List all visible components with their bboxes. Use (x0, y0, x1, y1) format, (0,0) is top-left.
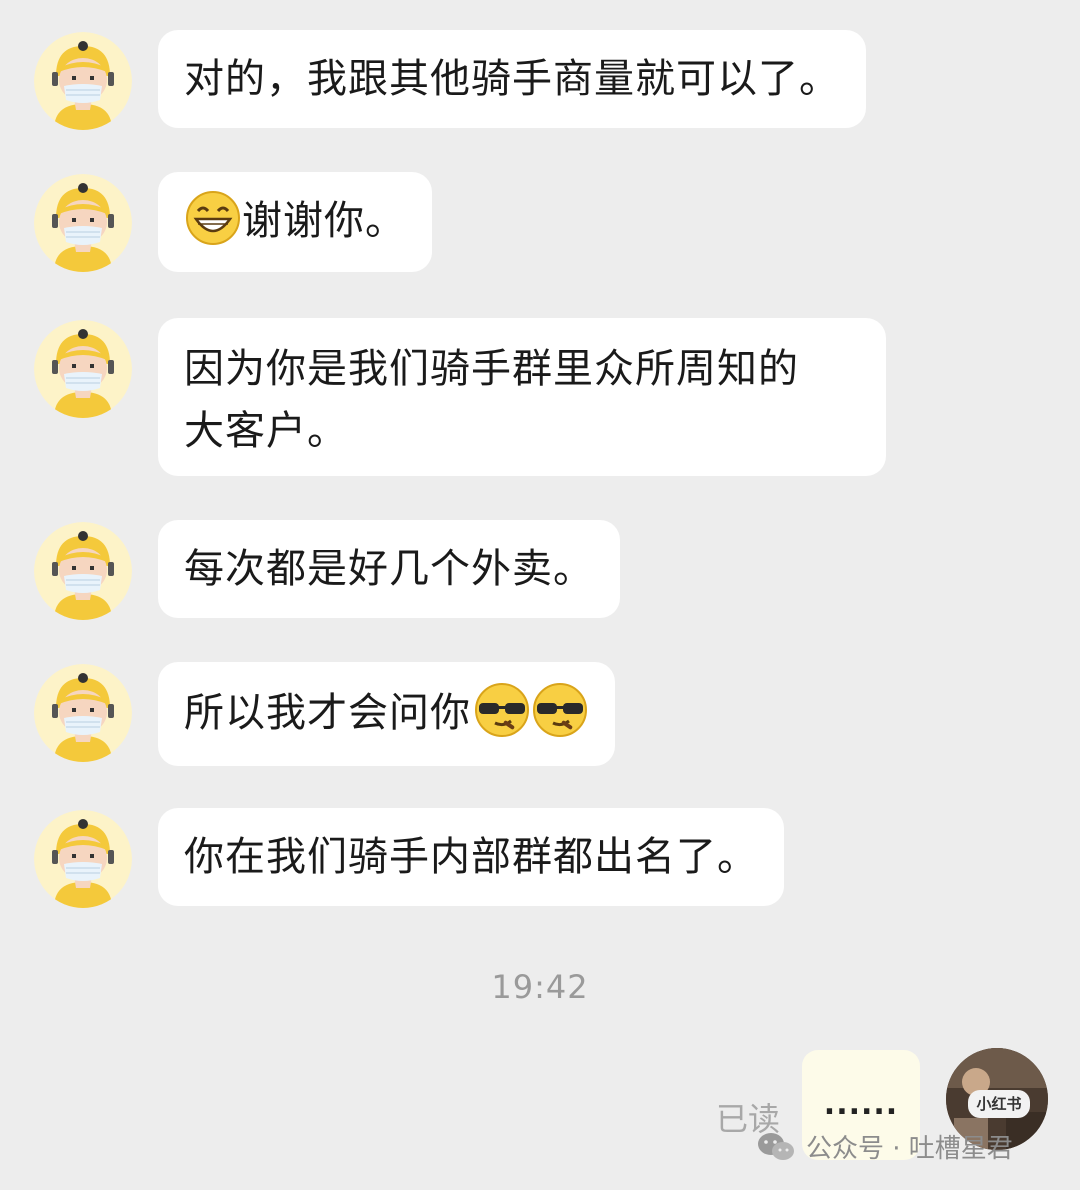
message-text: 每次都是好几个外卖。 (184, 546, 594, 592)
watermark: 公众号 · 吐槽星君 (756, 1128, 1013, 1165)
rider-avatar-icon (34, 320, 132, 418)
message-text: 所以我才会问你 (184, 690, 471, 736)
message-text: 对的，我跟其他骑手商量就可以了。 (184, 56, 840, 102)
message-bubble[interactable]: 你在我们骑手内部群都出名了。 (158, 808, 784, 906)
message-bubble[interactable]: 谢谢你。 (158, 172, 432, 272)
rider-avatar-icon (34, 174, 132, 272)
avatar-badge-label: 小红书 (968, 1090, 1030, 1118)
message-bubble[interactable]: 每次都是好几个外卖。 (158, 520, 620, 618)
rider-avatar[interactable] (34, 174, 132, 272)
message-text: 因为你是我们骑手群里众所周知的 (184, 346, 799, 392)
message-bubble[interactable]: 因为你是我们骑手群里众所周知的 大客户。 (158, 318, 886, 476)
rider-avatar[interactable] (34, 664, 132, 762)
watermark-text: 公众号 · 吐槽星君 (806, 1134, 1013, 1164)
rider-avatar[interactable] (34, 32, 132, 130)
smug-sunglasses-emoji-icon (531, 681, 589, 739)
message-text: 谢谢你。 (242, 198, 406, 244)
timestamp: 19:42 (491, 968, 589, 1006)
rider-avatar-icon (34, 664, 132, 762)
rider-avatar[interactable] (34, 810, 132, 908)
message-bubble[interactable]: 对的，我跟其他骑手商量就可以了。 (158, 30, 866, 128)
wechat-icon (756, 1130, 796, 1164)
rider-avatar-icon (34, 522, 132, 620)
message-text: 你在我们骑手内部群都出名了。 (184, 834, 758, 880)
rider-avatar-icon (34, 32, 132, 130)
grin-emoji-icon (184, 189, 242, 247)
rider-avatar[interactable] (34, 320, 132, 418)
message-bubble[interactable]: 所以我才会问你 (158, 662, 615, 766)
smug-sunglasses-emoji-icon (473, 681, 531, 739)
my-message-text: ...... (823, 1087, 899, 1122)
rider-avatar-icon (34, 810, 132, 908)
message-text: 大客户。 (184, 408, 348, 454)
rider-avatar[interactable] (34, 522, 132, 620)
